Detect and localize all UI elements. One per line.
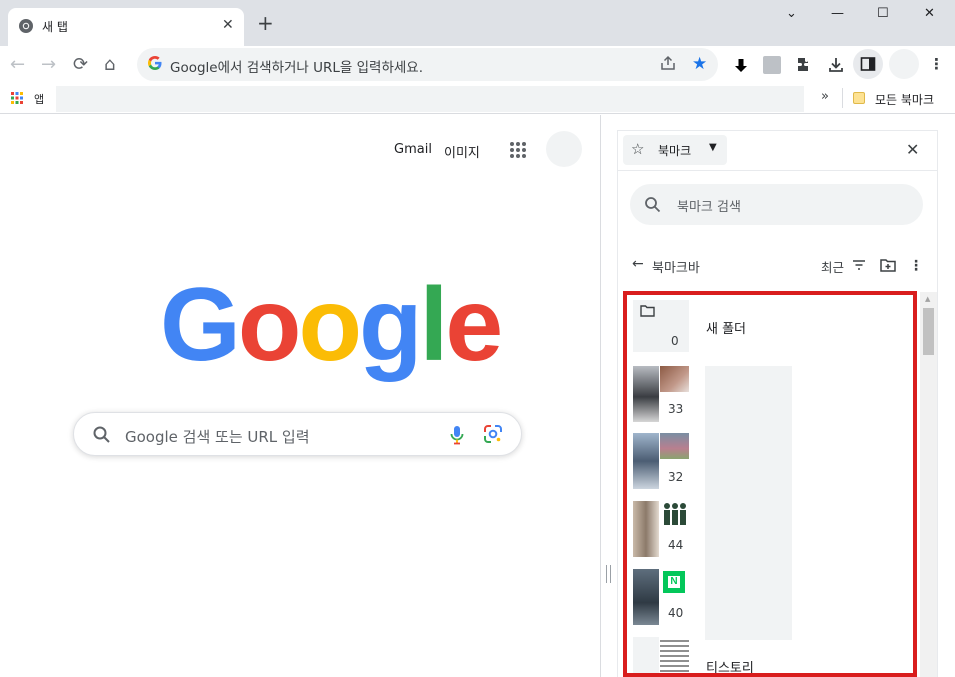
google-g-icon	[148, 56, 162, 70]
bookmark-thumbnail	[633, 366, 659, 422]
scrollbar-thumb[interactable]	[923, 308, 934, 355]
logo-letter: o	[298, 267, 362, 383]
images-link[interactable]: 이미지	[444, 142, 480, 161]
search-icon	[645, 197, 661, 213]
new-tab-button[interactable]: +	[257, 13, 274, 33]
bookmark-names-placeholder	[705, 366, 792, 640]
logo-letter: g	[358, 267, 423, 383]
tab-search-icon[interactable]: ⌄	[786, 6, 797, 21]
folder-icon	[853, 92, 865, 104]
bookmark-thumbnail	[660, 501, 689, 527]
resize-handle[interactable]	[606, 565, 611, 583]
sort-label[interactable]: 최근	[821, 257, 844, 276]
maximize-button[interactable]: ☐	[877, 6, 889, 21]
bookmark-thumbnail	[660, 637, 689, 673]
apps-label[interactable]: 앱	[34, 91, 44, 107]
menu-icon[interactable]: ⋮	[929, 55, 944, 73]
extensions-puzzle-icon[interactable]	[795, 56, 813, 74]
side-panel-close-icon[interactable]: ✕	[906, 140, 919, 159]
side-panel-selector[interactable]: ☆ 북마크 ▼	[623, 135, 727, 165]
logo-letter: l	[419, 267, 449, 383]
tab-title: 새 탭	[42, 20, 68, 34]
reload-button[interactable]: ⟳	[73, 56, 88, 74]
side-panel-button[interactable]	[853, 49, 883, 79]
minimize-button[interactable]: —	[831, 6, 844, 21]
close-window-button[interactable]: ✕	[924, 6, 935, 21]
downloads-icon[interactable]	[827, 56, 845, 74]
side-panel-title: 북마크	[658, 144, 692, 158]
google-search-box[interactable]: Google 검색 또는 URL 입력	[73, 412, 522, 456]
bookmark-search-input[interactable]: 북마크 검색	[630, 184, 923, 225]
back-button[interactable]: ←	[10, 56, 25, 74]
bookmark-count: 0	[671, 334, 679, 348]
share-icon[interactable]	[659, 54, 677, 72]
forward-button[interactable]: →	[41, 56, 56, 74]
naver-icon: N	[663, 571, 685, 593]
google-apps-icon[interactable]	[509, 141, 527, 159]
bookmarks-bar-items	[56, 86, 804, 112]
bookmark-folder-name: 새 폴더	[706, 322, 747, 337]
bookmark-thumbnail	[633, 569, 659, 625]
profile-avatar[interactable]	[889, 49, 919, 79]
bookmarks-overflow-button[interactable]: »	[821, 89, 829, 104]
bookmarks-divider	[842, 88, 843, 108]
address-placeholder: Google에서 검색하거나 URL을 입력하세요.	[170, 60, 424, 76]
sort-icon[interactable]	[852, 259, 866, 271]
search-icon	[93, 426, 110, 443]
bookmark-star-icon[interactable]: ★	[692, 54, 707, 74]
bookmark-thumbnail	[633, 433, 659, 489]
bookmark-thumbnail	[660, 433, 689, 459]
new-tab-page	[0, 115, 600, 677]
tab-close-icon[interactable]: ✕	[222, 17, 234, 33]
google-account-avatar[interactable]	[546, 131, 582, 167]
star-icon: ☆	[631, 140, 645, 158]
apps-grid-icon[interactable]	[11, 92, 23, 104]
scroll-up-icon[interactable]: ▲	[925, 295, 930, 303]
bookmark-search-placeholder: 북마크 검색	[677, 200, 741, 215]
bookmark-thumbnail	[633, 637, 659, 673]
logo-letter: e	[445, 267, 503, 383]
bookmark-thumbnail	[633, 501, 659, 557]
all-bookmarks-button[interactable]: 모든 북마크	[875, 91, 934, 108]
people-silhouette-icon	[664, 503, 686, 525]
google-logo: Google	[160, 267, 503, 383]
chrome-icon	[19, 19, 33, 33]
bookmark-count: 33	[668, 402, 684, 416]
bookmark-thumbnail	[660, 366, 689, 392]
voice-search-icon[interactable]	[448, 424, 466, 446]
logo-letter: o	[237, 267, 302, 383]
logo-letter: G	[160, 267, 241, 383]
panel-separator	[617, 170, 938, 171]
address-bar[interactable]: Google에서 검색하거나 URL을 입력하세요. ★	[137, 48, 718, 81]
folder-icon	[640, 305, 655, 317]
panel-scrollbar[interactable]: ▲	[920, 292, 937, 677]
gmail-link[interactable]: Gmail	[394, 142, 432, 157]
google-lens-icon[interactable]	[483, 424, 503, 444]
new-folder-icon[interactable]	[880, 258, 896, 272]
search-placeholder: Google 검색 또는 URL 입력	[125, 428, 310, 446]
extension-avatar-icon[interactable]	[763, 56, 781, 74]
bookmark-folder-name: 티스토리	[706, 661, 754, 676]
tab-new-tab[interactable]: 새 탭 ✕	[8, 8, 244, 46]
bookmark-thumbnail: N	[660, 569, 689, 595]
folder-path-label: 북마크바	[652, 261, 700, 276]
back-arrow-icon[interactable]: ←	[632, 256, 644, 272]
bookmark-count: 40	[668, 606, 684, 620]
side-panel-icon	[860, 57, 876, 71]
bookmark-count: 44	[668, 538, 684, 552]
chevron-down-icon: ▼	[709, 142, 717, 153]
side-panel-divider	[600, 115, 601, 677]
bookmark-count: 32	[668, 470, 684, 484]
extension-download-icon[interactable]	[732, 56, 750, 74]
home-button[interactable]: ⌂	[104, 56, 115, 74]
more-options-icon[interactable]: ⋮	[909, 258, 923, 274]
